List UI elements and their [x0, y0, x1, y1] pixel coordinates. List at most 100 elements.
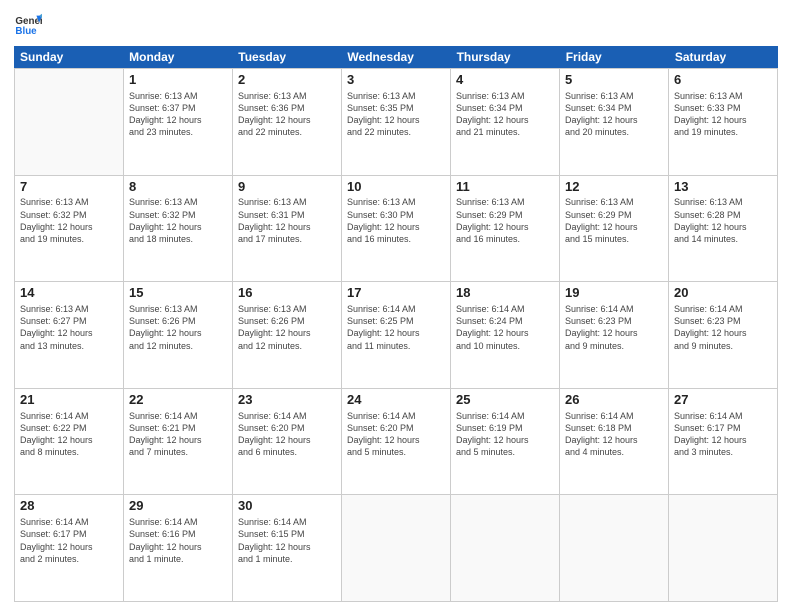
weekday-header: Thursday: [451, 46, 560, 68]
day-number: 5: [565, 72, 663, 89]
day-number: 26: [565, 392, 663, 409]
calendar-cell: 3Sunrise: 6:13 AMSunset: 6:35 PMDaylight…: [342, 69, 451, 175]
calendar-cell: 9Sunrise: 6:13 AMSunset: 6:31 PMDaylight…: [233, 176, 342, 282]
day-info: Sunrise: 6:13 AMSunset: 6:34 PMDaylight:…: [456, 90, 554, 139]
day-number: 14: [20, 285, 118, 302]
day-info: Sunrise: 6:13 AMSunset: 6:26 PMDaylight:…: [238, 303, 336, 352]
day-number: 1: [129, 72, 227, 89]
day-number: 2: [238, 72, 336, 89]
weekday-header: Monday: [123, 46, 232, 68]
day-info: Sunrise: 6:13 AMSunset: 6:33 PMDaylight:…: [674, 90, 772, 139]
day-number: 19: [565, 285, 663, 302]
day-number: 24: [347, 392, 445, 409]
calendar-cell: 26Sunrise: 6:14 AMSunset: 6:18 PMDayligh…: [560, 389, 669, 495]
logo: General Blue: [14, 10, 26, 38]
calendar-cell: 6Sunrise: 6:13 AMSunset: 6:33 PMDaylight…: [669, 69, 778, 175]
day-info: Sunrise: 6:14 AMSunset: 6:19 PMDaylight:…: [456, 410, 554, 459]
svg-text:Blue: Blue: [15, 26, 37, 37]
weekday-header: Friday: [560, 46, 669, 68]
day-number: 22: [129, 392, 227, 409]
empty-cell: [451, 495, 560, 601]
calendar: SundayMondayTuesdayWednesdayThursdayFrid…: [14, 46, 778, 602]
empty-cell: [560, 495, 669, 601]
day-number: 23: [238, 392, 336, 409]
empty-cell: [669, 495, 778, 601]
day-number: 11: [456, 179, 554, 196]
day-number: 3: [347, 72, 445, 89]
weekday-header: Sunday: [14, 46, 123, 68]
calendar-cell: 17Sunrise: 6:14 AMSunset: 6:25 PMDayligh…: [342, 282, 451, 388]
day-info: Sunrise: 6:14 AMSunset: 6:17 PMDaylight:…: [20, 516, 118, 565]
day-info: Sunrise: 6:13 AMSunset: 6:27 PMDaylight:…: [20, 303, 118, 352]
day-info: Sunrise: 6:13 AMSunset: 6:32 PMDaylight:…: [20, 196, 118, 245]
day-number: 4: [456, 72, 554, 89]
empty-cell: [15, 69, 124, 175]
day-info: Sunrise: 6:13 AMSunset: 6:35 PMDaylight:…: [347, 90, 445, 139]
calendar-row: 28Sunrise: 6:14 AMSunset: 6:17 PMDayligh…: [15, 495, 778, 602]
calendar-cell: 14Sunrise: 6:13 AMSunset: 6:27 PMDayligh…: [15, 282, 124, 388]
day-info: Sunrise: 6:13 AMSunset: 6:29 PMDaylight:…: [456, 196, 554, 245]
day-number: 28: [20, 498, 118, 515]
day-info: Sunrise: 6:14 AMSunset: 6:20 PMDaylight:…: [347, 410, 445, 459]
calendar-cell: 20Sunrise: 6:14 AMSunset: 6:23 PMDayligh…: [669, 282, 778, 388]
day-info: Sunrise: 6:14 AMSunset: 6:15 PMDaylight:…: [238, 516, 336, 565]
day-info: Sunrise: 6:14 AMSunset: 6:21 PMDaylight:…: [129, 410, 227, 459]
day-number: 25: [456, 392, 554, 409]
day-number: 20: [674, 285, 772, 302]
day-info: Sunrise: 6:13 AMSunset: 6:34 PMDaylight:…: [565, 90, 663, 139]
calendar-cell: 13Sunrise: 6:13 AMSunset: 6:28 PMDayligh…: [669, 176, 778, 282]
day-number: 6: [674, 72, 772, 89]
calendar-row: 1Sunrise: 6:13 AMSunset: 6:37 PMDaylight…: [15, 69, 778, 176]
calendar-cell: 15Sunrise: 6:13 AMSunset: 6:26 PMDayligh…: [124, 282, 233, 388]
day-info: Sunrise: 6:14 AMSunset: 6:20 PMDaylight:…: [238, 410, 336, 459]
weekday-header: Saturday: [669, 46, 778, 68]
day-number: 29: [129, 498, 227, 515]
day-number: 17: [347, 285, 445, 302]
day-info: Sunrise: 6:14 AMSunset: 6:24 PMDaylight:…: [456, 303, 554, 352]
day-number: 15: [129, 285, 227, 302]
calendar-cell: 24Sunrise: 6:14 AMSunset: 6:20 PMDayligh…: [342, 389, 451, 495]
calendar-row: 21Sunrise: 6:14 AMSunset: 6:22 PMDayligh…: [15, 389, 778, 496]
calendar-cell: 23Sunrise: 6:14 AMSunset: 6:20 PMDayligh…: [233, 389, 342, 495]
calendar-cell: 22Sunrise: 6:14 AMSunset: 6:21 PMDayligh…: [124, 389, 233, 495]
calendar-cell: 11Sunrise: 6:13 AMSunset: 6:29 PMDayligh…: [451, 176, 560, 282]
empty-cell: [342, 495, 451, 601]
calendar-cell: 18Sunrise: 6:14 AMSunset: 6:24 PMDayligh…: [451, 282, 560, 388]
calendar-cell: 4Sunrise: 6:13 AMSunset: 6:34 PMDaylight…: [451, 69, 560, 175]
calendar-cell: 30Sunrise: 6:14 AMSunset: 6:15 PMDayligh…: [233, 495, 342, 601]
day-number: 13: [674, 179, 772, 196]
day-number: 30: [238, 498, 336, 515]
calendar-cell: 10Sunrise: 6:13 AMSunset: 6:30 PMDayligh…: [342, 176, 451, 282]
day-info: Sunrise: 6:13 AMSunset: 6:37 PMDaylight:…: [129, 90, 227, 139]
day-info: Sunrise: 6:14 AMSunset: 6:23 PMDaylight:…: [565, 303, 663, 352]
day-info: Sunrise: 6:13 AMSunset: 6:29 PMDaylight:…: [565, 196, 663, 245]
weekday-header: Wednesday: [341, 46, 450, 68]
weekday-header: Tuesday: [232, 46, 341, 68]
day-info: Sunrise: 6:14 AMSunset: 6:25 PMDaylight:…: [347, 303, 445, 352]
day-number: 27: [674, 392, 772, 409]
day-number: 16: [238, 285, 336, 302]
day-info: Sunrise: 6:13 AMSunset: 6:30 PMDaylight:…: [347, 196, 445, 245]
calendar-row: 7Sunrise: 6:13 AMSunset: 6:32 PMDaylight…: [15, 176, 778, 283]
day-info: Sunrise: 6:13 AMSunset: 6:36 PMDaylight:…: [238, 90, 336, 139]
day-info: Sunrise: 6:13 AMSunset: 6:32 PMDaylight:…: [129, 196, 227, 245]
day-info: Sunrise: 6:14 AMSunset: 6:17 PMDaylight:…: [674, 410, 772, 459]
calendar-cell: 7Sunrise: 6:13 AMSunset: 6:32 PMDaylight…: [15, 176, 124, 282]
day-info: Sunrise: 6:13 AMSunset: 6:31 PMDaylight:…: [238, 196, 336, 245]
day-number: 21: [20, 392, 118, 409]
calendar-header: SundayMondayTuesdayWednesdayThursdayFrid…: [14, 46, 778, 68]
calendar-cell: 21Sunrise: 6:14 AMSunset: 6:22 PMDayligh…: [15, 389, 124, 495]
day-number: 10: [347, 179, 445, 196]
calendar-cell: 29Sunrise: 6:14 AMSunset: 6:16 PMDayligh…: [124, 495, 233, 601]
day-info: Sunrise: 6:14 AMSunset: 6:18 PMDaylight:…: [565, 410, 663, 459]
calendar-cell: 1Sunrise: 6:13 AMSunset: 6:37 PMDaylight…: [124, 69, 233, 175]
calendar-cell: 5Sunrise: 6:13 AMSunset: 6:34 PMDaylight…: [560, 69, 669, 175]
calendar-cell: 25Sunrise: 6:14 AMSunset: 6:19 PMDayligh…: [451, 389, 560, 495]
calendar-cell: 19Sunrise: 6:14 AMSunset: 6:23 PMDayligh…: [560, 282, 669, 388]
day-info: Sunrise: 6:13 AMSunset: 6:26 PMDaylight:…: [129, 303, 227, 352]
calendar-body: 1Sunrise: 6:13 AMSunset: 6:37 PMDaylight…: [14, 68, 778, 602]
day-number: 18: [456, 285, 554, 302]
day-info: Sunrise: 6:14 AMSunset: 6:22 PMDaylight:…: [20, 410, 118, 459]
day-number: 12: [565, 179, 663, 196]
calendar-row: 14Sunrise: 6:13 AMSunset: 6:27 PMDayligh…: [15, 282, 778, 389]
